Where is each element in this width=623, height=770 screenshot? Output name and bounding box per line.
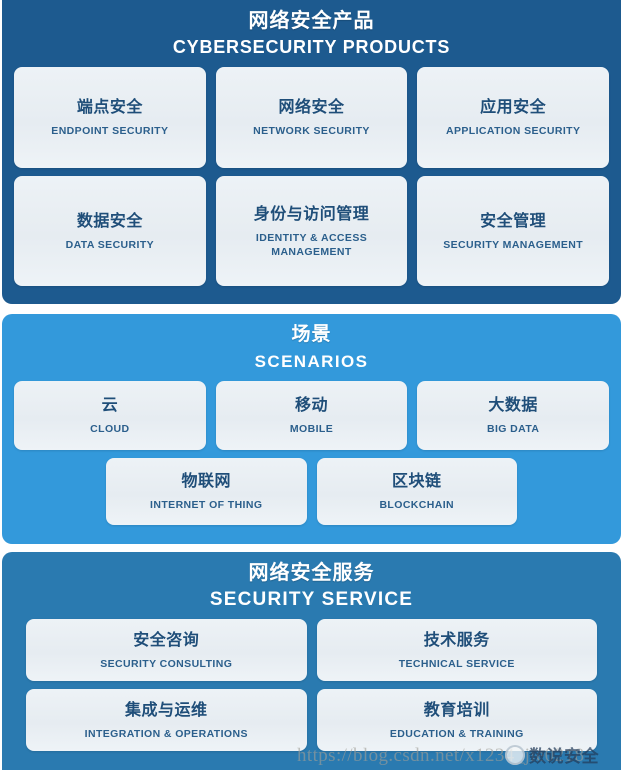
card-label-cn: 教育培训: [423, 701, 490, 719]
card-data-security[interactable]: 数据安全 DATA SECURITY: [14, 176, 206, 286]
card-label-en: DATA SECURITY: [65, 238, 155, 251]
card-label-cn: 应用安全: [480, 99, 547, 116]
card-label-cn: 技术服务: [423, 631, 490, 649]
card-label-cn: 端点安全: [76, 99, 143, 116]
card-label-en: NETWORK SECURITY: [253, 125, 370, 137]
card-label-en: EDUCATION & TRAINING: [389, 727, 524, 740]
panel-header-products: 网络安全产品 CYBERSECURITY PRODUCTS: [2, 0, 621, 60]
card-blockchain[interactable]: 区块链 BLOCKCHAIN: [316, 458, 517, 525]
panel-cybersecurity-products: 网络安全产品 CYBERSECURITY PRODUCTS 端点安全 ENDPO…: [2, 0, 621, 304]
card-security-consulting[interactable]: 安全咨询 SECURITY CONSULTING: [26, 619, 307, 681]
card-label-en: CLOUD: [90, 423, 130, 435]
card-internet-of-things[interactable]: 物联网 INTERNET OF THING: [106, 458, 307, 525]
card-label-cn: 数据安全: [76, 212, 143, 230]
panel-title-cn-scenarios: 场景: [291, 324, 332, 345]
card-integration-operations[interactable]: 集成与运维 INTEGRATION & OPERATIONS: [26, 689, 307, 751]
card-label-cn: 集成与运维: [124, 701, 208, 719]
card-endpoint-security[interactable]: 端点安全 ENDPOINT SECURITY: [14, 67, 206, 168]
panel-scenarios: 场景 SCENARIOS 云 CLOUD 移动 MOBILE 大数据 BIG D…: [2, 314, 621, 544]
products-row-1: 端点安全 ENDPOINT SECURITY 网络安全 NETWORK SECU…: [2, 67, 621, 168]
panel-title-cn-services: 网络安全服务: [248, 562, 375, 584]
card-label-en: IDENTITY & ACCESS MANAGEMENT: [255, 231, 368, 258]
card-label-en: INTEGRATION & OPERATIONS: [84, 727, 248, 740]
card-label-en: BLOCKCHAIN: [379, 499, 455, 511]
card-label-en: INTERNET OF THING: [150, 499, 263, 511]
card-label-cn: 网络安全: [278, 99, 345, 116]
card-label-cn: 区块链: [391, 473, 442, 490]
infographic-canvas: 网络安全产品 CYBERSECURITY PRODUCTS 端点安全 ENDPO…: [0, 0, 623, 770]
card-application-security[interactable]: 应用安全 APPLICATION SECURITY: [417, 67, 610, 168]
scenarios-row-1: 云 CLOUD 移动 MOBILE 大数据 BIG DATA: [2, 381, 621, 450]
card-label-en: SECURITY MANAGEMENT: [443, 238, 584, 251]
card-label-en: MOBILE: [289, 423, 334, 435]
card-label-cn: 安全咨询: [133, 631, 200, 649]
card-big-data[interactable]: 大数据 BIG DATA: [417, 381, 610, 450]
card-security-management[interactable]: 安全管理 SECURITY MANAGEMENT: [417, 176, 610, 286]
card-label-en: TECHNICAL SERVICE: [398, 657, 515, 670]
products-row-2: 数据安全 DATA SECURITY 身份与访问管理 IDENTITY & AC…: [2, 176, 621, 286]
panel-title-en-services: SECURITY SERVICE: [209, 589, 414, 610]
scenarios-row-2: 物联网 INTERNET OF THING 区块链 BLOCKCHAIN: [2, 458, 621, 525]
panel-security-service: 网络安全服务 SECURITY SERVICE 安全咨询 SECURITY CO…: [2, 552, 621, 770]
services-row-2: 集成与运维 INTEGRATION & OPERATIONS 教育培训 EDUC…: [2, 689, 621, 751]
card-label-cn: 移动: [295, 397, 329, 414]
services-row-1: 安全咨询 SECURITY CONSULTING 技术服务 TECHNICAL …: [2, 619, 621, 681]
card-technical-service[interactable]: 技术服务 TECHNICAL SERVICE: [316, 619, 597, 681]
card-label-cn: 身份与访问管理: [253, 205, 370, 223]
panel-title-en-scenarios: SCENARIOS: [254, 352, 369, 371]
card-network-security[interactable]: 网络安全 NETWORK SECURITY: [215, 67, 408, 168]
card-mobile[interactable]: 移动 MOBILE: [215, 381, 408, 450]
card-label-cn: 大数据: [488, 397, 538, 414]
panel-title-cn-products: 网络安全产品: [248, 10, 375, 32]
card-label-en: BIG DATA: [486, 423, 540, 435]
card-label-cn: 安全管理: [480, 212, 547, 230]
panel-title-en-products: CYBERSECURITY PRODUCTS: [172, 37, 451, 57]
panel-header-services: 网络安全服务 SECURITY SERVICE: [2, 552, 621, 612]
card-cloud[interactable]: 云 CLOUD: [14, 381, 206, 450]
card-label-cn: 物联网: [181, 473, 231, 490]
card-label-en: SECURITY CONSULTING: [100, 657, 233, 670]
card-label-cn: 云: [101, 397, 119, 414]
card-label-en: APPLICATION SECURITY: [445, 125, 581, 137]
panel-header-scenarios: 场景 SCENARIOS: [2, 314, 621, 374]
card-education-training[interactable]: 教育培训 EDUCATION & TRAINING: [316, 689, 597, 751]
card-label-en: ENDPOINT SECURITY: [51, 125, 169, 137]
card-identity-access-management[interactable]: 身份与访问管理 IDENTITY & ACCESS MANAGEMENT: [215, 176, 408, 286]
